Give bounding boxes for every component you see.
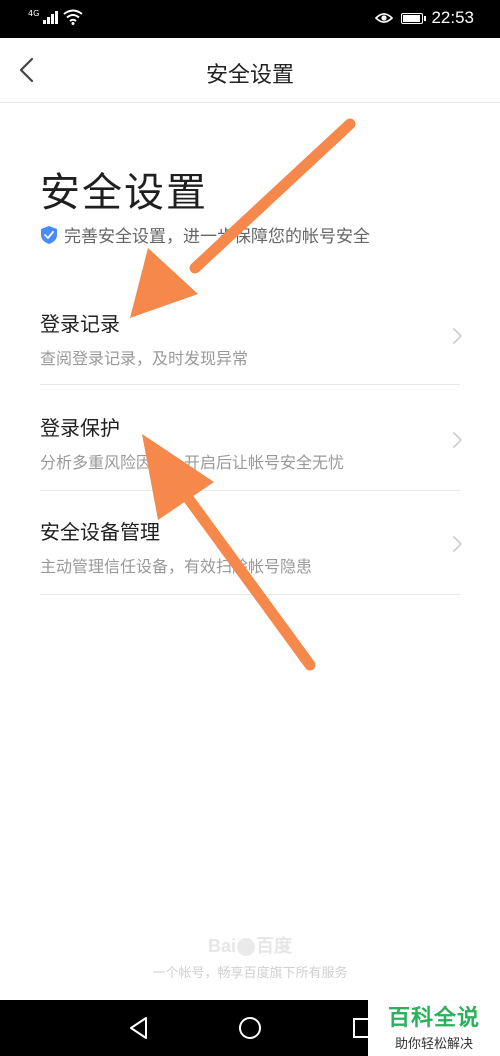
baidu-logo: Bai 百度 xyxy=(0,932,500,958)
menu-item-desc: 主动管理信任设备，有效扫除帐号隐患 xyxy=(40,557,313,576)
arrow-upper xyxy=(130,118,356,318)
status-right: 22:53 xyxy=(375,8,474,28)
menu-item-title: 登录保护 xyxy=(40,416,120,440)
footer-text: 一个帐号，畅享百度旗下所有服务 xyxy=(152,966,348,981)
logo-text-latin: Bai xyxy=(207,936,236,956)
wifi-icon xyxy=(63,9,83,25)
watermark: 百科全说 助你轻松解决 xyxy=(368,998,500,1056)
page-subtitle: 完善安全设置，进一步保障您的帐号安全 xyxy=(40,222,370,247)
clock: 22:53 xyxy=(431,8,474,27)
subtitle-text: 完善安全设置，进一步保障您的帐号安全 xyxy=(64,227,370,247)
menu-item-title: 登录记录 xyxy=(40,312,120,336)
shield-icon xyxy=(41,225,57,244)
eye-comfort-icon xyxy=(375,13,394,23)
menu-item-title: 安全设备管理 xyxy=(40,520,160,544)
page-title: 安全设置 xyxy=(205,63,294,88)
chevron-right-icon xyxy=(453,536,462,552)
menu-item-device-management[interactable]: 安全设备管理 主动管理信任设备，有效扫除帐号隐患 xyxy=(40,516,462,620)
logo-text-chinese: 百度 xyxy=(256,936,292,956)
status-left: 4G xyxy=(28,9,83,25)
divider xyxy=(40,384,460,385)
chevron-right-icon xyxy=(453,432,462,448)
battery-icon xyxy=(401,12,427,24)
menu-item-desc: 查阅登录记录，及时发现异常 xyxy=(40,349,249,368)
paw-icon xyxy=(237,938,255,957)
nav-header: 安全设置 xyxy=(0,38,500,103)
menu-item-login-records[interactable]: 登录记录 查阅登录记录，及时发现异常 xyxy=(40,308,462,412)
network-type: 4G xyxy=(28,9,40,18)
menu-item-desc: 分析多重风险因子，开启后让帐号安全无忧 xyxy=(40,453,345,472)
home-circle-icon[interactable] xyxy=(237,1015,263,1041)
back-triangle-icon[interactable] xyxy=(126,1015,152,1041)
watermark-main: 百科全说 xyxy=(387,1006,480,1031)
status-bar: 4G 22:53 xyxy=(0,0,500,38)
divider xyxy=(40,490,460,491)
page-heading: 安全设置 xyxy=(40,170,208,216)
watermark-sub: 助你轻松解决 xyxy=(394,1037,473,1052)
chevron-right-icon xyxy=(453,328,462,344)
signal-icon xyxy=(43,11,59,24)
menu-item-login-protection[interactable]: 登录保护 分析多重风险因子，开启后让帐号安全无忧 xyxy=(40,412,462,516)
divider xyxy=(40,594,460,595)
